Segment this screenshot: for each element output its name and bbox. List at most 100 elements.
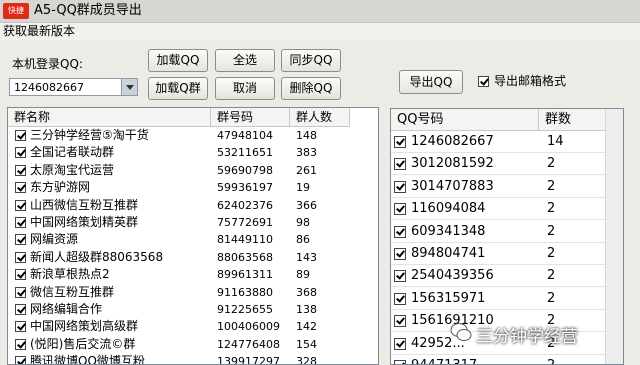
row-checkbox[interactable]	[394, 203, 406, 216]
group-id-cell: 139917297	[217, 355, 280, 365]
group-count-cell: 143	[296, 250, 317, 264]
group-count-cell: 328	[296, 355, 317, 365]
column-header-qq-group-count[interactable]: 群数	[539, 109, 609, 131]
row-checkbox[interactable]	[15, 286, 26, 298]
column-header-group-id[interactable]: 群号码	[211, 108, 290, 127]
table-row[interactable]: 116094084 2	[391, 198, 607, 221]
row-checkbox[interactable]	[394, 360, 406, 364]
row-checkbox[interactable]	[15, 356, 26, 364]
table-row[interactable]: 三分钟学经营⑤淘干货 47948104 148	[8, 127, 350, 144]
group-count-cell: 89	[296, 268, 310, 282]
table-row[interactable]: 网络编辑合作 91225655 138	[8, 301, 350, 318]
row-checkbox[interactable]	[394, 225, 406, 238]
row-checkbox[interactable]	[15, 199, 26, 211]
column-header-qq-number[interactable]: QQ号码	[391, 109, 539, 131]
table-row[interactable]: 微信互粉互推群 91163880 368	[8, 284, 350, 301]
group-name-cell: (悦阳)售后交流©群	[30, 336, 136, 351]
qq-number-cell: 1246082667	[411, 134, 494, 149]
table-row[interactable]: 腾讯微博QQ微博互粉 139917297 328	[8, 353, 350, 365]
row-checkbox[interactable]	[15, 130, 26, 141]
group-name-cell: 东方驴游网	[30, 180, 91, 195]
row-checkbox[interactable]	[394, 270, 406, 283]
table-row[interactable]: 94471317 2	[391, 355, 607, 364]
row-checkbox[interactable]	[394, 136, 406, 148]
cancel-button[interactable]: 取消	[215, 77, 275, 100]
group-id-cell: 88063568	[217, 250, 273, 264]
row-checkbox[interactable]	[15, 182, 26, 194]
row-checkbox[interactable]	[394, 248, 406, 260]
group-id-cell: 89961311	[217, 268, 273, 282]
vertical-scrollbar[interactable]	[605, 109, 623, 364]
table-row[interactable]: 894804741 2	[391, 243, 607, 265]
app-icon: 快捷	[3, 3, 29, 19]
group-count-cell: 138	[296, 303, 317, 316]
row-checkbox[interactable]	[15, 321, 26, 333]
table-row[interactable]: 3014707883 2	[391, 176, 607, 198]
row-checkbox[interactable]	[15, 338, 26, 350]
table-row[interactable]: 中国网络策划精英群 75772691 98	[8, 214, 350, 231]
group-count-cell: 98	[296, 216, 310, 229]
table-row[interactable]: 3012081592 2	[391, 153, 607, 176]
table-row[interactable]: 1246082667 14	[391, 131, 607, 153]
chevron-down-icon[interactable]	[121, 79, 137, 95]
column-header-group-count[interactable]: 群人数	[290, 108, 350, 127]
row-checkbox[interactable]	[394, 337, 406, 350]
table-row[interactable]: 609341348 2	[391, 221, 607, 243]
qq-group-count-cell: 2	[547, 355, 597, 364]
group-name-cell: 中国网络策划精英群	[30, 215, 139, 229]
window-title: A5-QQ群成员导出	[34, 3, 142, 18]
row-checkbox[interactable]	[15, 217, 26, 228]
load-qq-button[interactable]: 加载QQ	[148, 49, 208, 72]
group-id-cell: 47948104	[217, 129, 273, 142]
row-checkbox[interactable]	[15, 164, 26, 176]
row-checkbox[interactable]	[394, 292, 406, 305]
row-checkbox[interactable]	[15, 304, 26, 315]
sync-qq-button[interactable]: 同步QQ	[281, 49, 341, 72]
row-checkbox[interactable]	[15, 234, 26, 246]
qq-number-cell: 3014707883	[411, 178, 494, 194]
group-id-cell: 100406009	[217, 320, 280, 334]
group-id-cell: 53211651	[217, 146, 273, 160]
group-count-cell: 142	[296, 320, 317, 334]
table-row[interactable]: 新浪草根热点2 89961311 89	[8, 266, 350, 283]
row-checkbox[interactable]	[394, 315, 406, 328]
delete-qq-button[interactable]: 删除QQ	[281, 77, 341, 100]
row-checkbox[interactable]	[15, 251, 26, 263]
table-row[interactable]: 山西微信互粉互推群 62402376 366	[8, 197, 350, 214]
group-count-cell: 366	[296, 198, 317, 212]
group-table[interactable]: 群名称 群号码 群人数 三分钟学经营⑤淘干货 47948104 148 全国记者联动群…	[7, 107, 379, 365]
table-row[interactable]: 新闻人超级群88063568 88063568 143	[8, 249, 350, 266]
table-row[interactable]: 2540439356 2	[391, 265, 607, 288]
table-row[interactable]: 156315971 2	[391, 288, 607, 310]
group-name-cell: 三分钟学经营⑤淘干货	[30, 128, 149, 142]
row-checkbox[interactable]	[15, 147, 26, 159]
table-row[interactable]: 太原淘宝代运营 59690798 261	[8, 162, 350, 179]
table-row[interactable]: 全国记者联动群 53211651 383	[8, 144, 350, 161]
table-row[interactable]: 网编资源 81449110 86	[8, 231, 350, 248]
table-row[interactable]: (悦阳)售后交流©群 124776408 154	[8, 336, 350, 353]
row-checkbox[interactable]	[394, 158, 406, 171]
export-qq-button[interactable]: 导出QQ	[399, 70, 463, 94]
table-row[interactable]: 中国网络策划高级群 100406009 142	[8, 318, 350, 335]
menu-get-latest-version[interactable]: 获取最新版本	[3, 24, 75, 39]
group-name-cell: 腾讯微博QQ微博互粉	[30, 354, 145, 365]
qq-number-cell: 894804741	[411, 246, 486, 261]
qq-group-count-cell: 2	[547, 156, 556, 172]
group-id-cell: 91225655	[217, 303, 273, 316]
table-row[interactable]: 东方驴游网 59936197 19	[8, 179, 350, 196]
menu-bar: 获取最新版本	[0, 23, 640, 40]
load-qq-group-button[interactable]: 加载Q群	[148, 77, 208, 100]
group-id-cell: 62402376	[217, 198, 273, 212]
column-header-group-name[interactable]: 群名称	[8, 108, 211, 127]
row-checkbox[interactable]	[15, 269, 26, 281]
group-count-cell: 261	[296, 163, 317, 177]
row-checkbox[interactable]	[394, 180, 406, 193]
group-count-cell: 154	[296, 337, 317, 351]
qq-group-count-cell: 2	[547, 246, 556, 261]
group-id-cell: 81449110	[217, 233, 273, 247]
export-email-label: 导出邮箱格式	[494, 74, 567, 88]
export-email-checkbox[interactable]	[478, 76, 489, 87]
select-all-button[interactable]: 全选	[215, 49, 275, 72]
login-qq-select[interactable]: 1246082667	[9, 78, 138, 96]
group-count-cell: 19	[296, 181, 310, 195]
